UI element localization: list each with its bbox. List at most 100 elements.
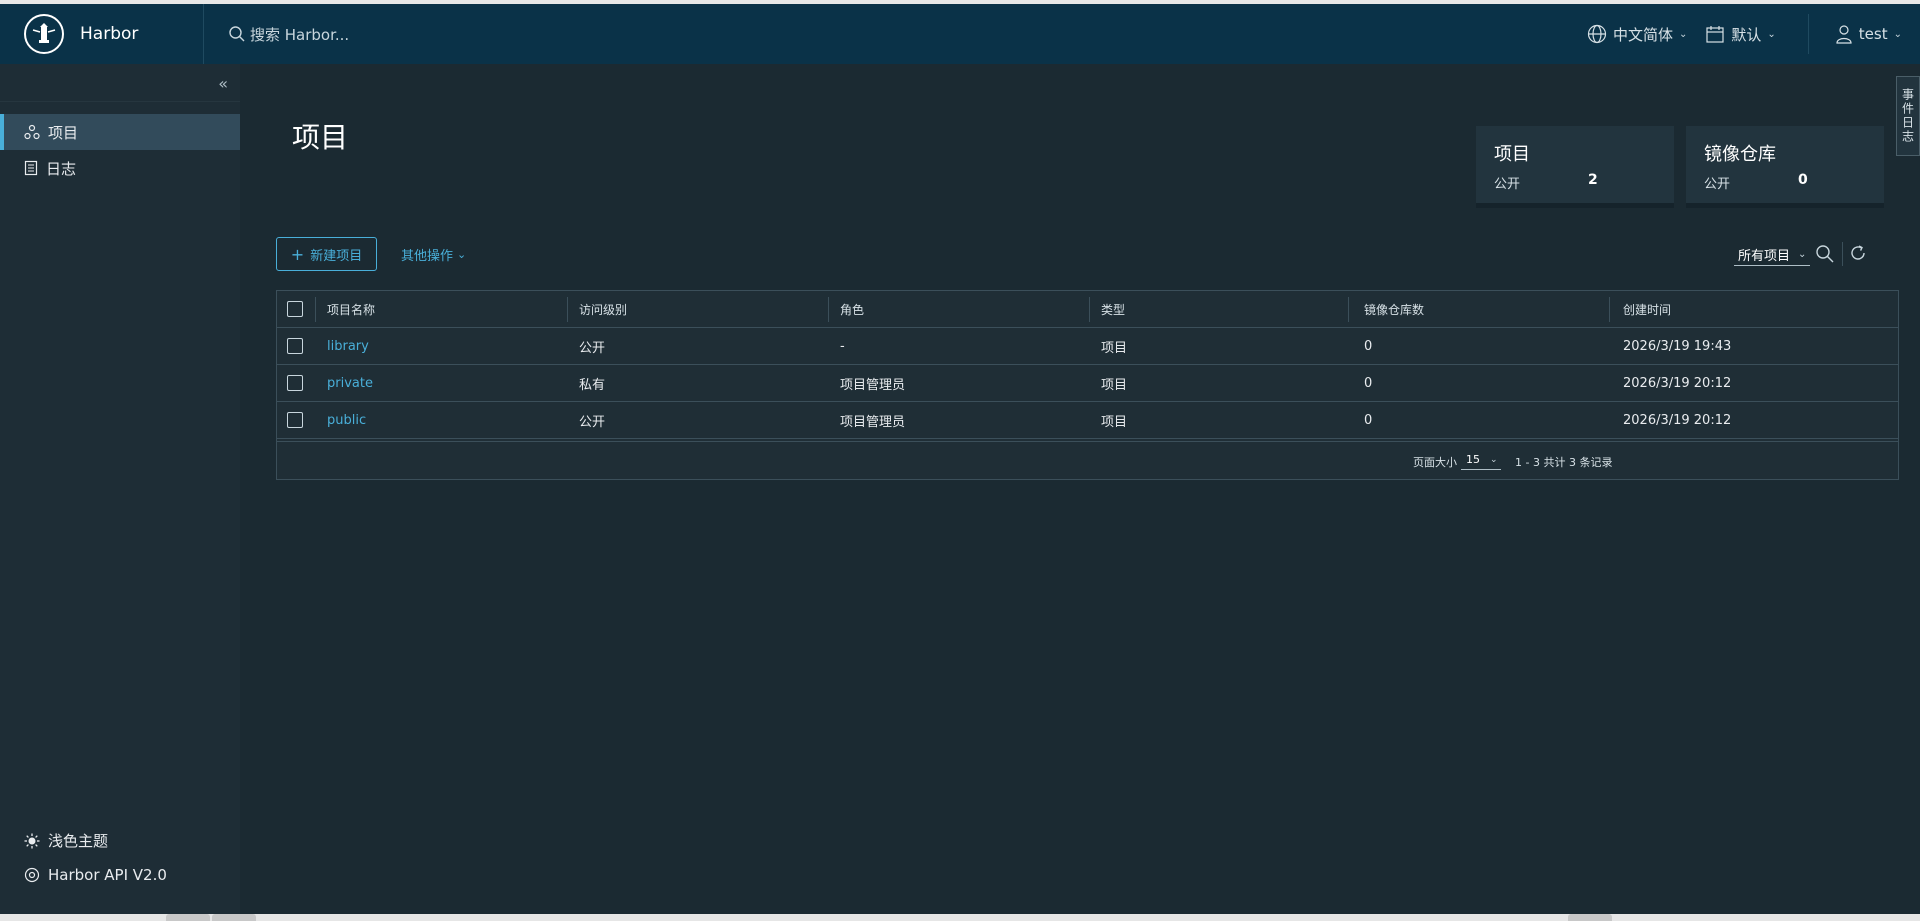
brand-name: Harbor — [80, 24, 139, 44]
repo-count: 0 — [1364, 412, 1373, 428]
project-name-link[interactable]: library — [327, 328, 369, 364]
table-row[interactable]: private 私有 项目管理员 项目 0 2026/3/19 20:12 — [277, 365, 1898, 402]
page-size-select[interactable]: 15 ⌄ — [1461, 450, 1501, 470]
main-content: 项目 项目 公开 2 镜像仓库 公开 0 + 新建项目 其他操作 ⌄ 所有项目 … — [240, 64, 1920, 914]
search-icon[interactable] — [1815, 244, 1835, 264]
row-checkbox[interactable] — [287, 338, 303, 354]
globe-icon — [1587, 24, 1607, 44]
api-label: Harbor API V2.0 — [48, 866, 167, 884]
repositories-summary-card: 镜像仓库 公开 0 — [1686, 126, 1884, 206]
calendar-icon — [1706, 26, 1724, 43]
sidebar-divider — [0, 101, 240, 102]
role: 项目管理员 — [840, 377, 906, 393]
card-title: 项目 — [1494, 144, 1530, 165]
app-header: Harbor 搜索 Harbor... 中文简体 ⌄ 默认 ⌄ test ⌄ — [0, 4, 1920, 64]
row-checkbox[interactable] — [287, 375, 303, 391]
user-menu[interactable]: test ⌄ — [1835, 24, 1902, 44]
select-all-checkbox[interactable] — [287, 301, 303, 317]
project-name-link[interactable]: private — [327, 365, 373, 401]
table-row[interactable]: public 公开 项目管理员 项目 0 2026/3/19 20:12 — [277, 402, 1898, 439]
search-icon — [229, 26, 245, 42]
created-time: 2026/3/19 20:12 — [1623, 375, 1732, 391]
chevron-down-icon: ⌄ — [457, 248, 467, 261]
global-search[interactable]: 搜索 Harbor... — [228, 24, 349, 45]
column-header-created[interactable]: 创建时间 — [1623, 291, 1671, 327]
project-filter-value: 所有项目 — [1738, 249, 1791, 264]
brand[interactable]: Harbor — [0, 4, 204, 64]
column-header-name[interactable]: 项目名称 — [327, 291, 375, 327]
collapse-sidebar-icon[interactable]: « — [218, 74, 228, 93]
type: 项目 — [1101, 414, 1128, 430]
sidebar: « 项目 日志 浅色主题 Harbor API V2.0 — [0, 64, 240, 914]
pagination-info: 1 - 3 共计 3 条记录 — [1515, 456, 1613, 469]
bottom-tab[interactable] — [166, 914, 210, 921]
table-row[interactable]: library 公开 - 项目 0 2026/3/19 19:43 — [277, 328, 1898, 365]
user-name: test — [1858, 25, 1888, 43]
header-actions: 中文简体 ⌄ 默认 ⌄ test ⌄ — [1587, 4, 1920, 64]
column-header-type[interactable]: 类型 — [1101, 291, 1125, 327]
sidebar-item-projects[interactable]: 项目 — [0, 114, 240, 150]
sidebar-item-label: 日志 — [46, 159, 77, 178]
column-header-role[interactable]: 角色 — [840, 291, 864, 327]
projects-icon — [24, 124, 40, 140]
datetime-format-label: 默认 — [1731, 25, 1762, 44]
page-size-value: 15 — [1466, 453, 1480, 466]
chevron-down-icon: ⌄ — [1798, 249, 1807, 260]
new-project-label: 新建项目 — [310, 248, 363, 264]
card-label: 公开 — [1704, 177, 1731, 192]
new-project-button[interactable]: + 新建项目 — [276, 237, 377, 271]
api-link[interactable]: Harbor API V2.0 — [24, 866, 167, 884]
project-name-link[interactable]: public — [327, 402, 366, 438]
chevron-down-icon: ⌄ — [1490, 454, 1498, 465]
column-header-repo-count[interactable]: 镜像仓库数 — [1364, 291, 1424, 327]
chevron-down-icon: ⌄ — [1767, 28, 1776, 40]
page-title: 项目 — [292, 121, 349, 154]
bottom-tab[interactable] — [1568, 914, 1612, 921]
table-footer: 页面大小 15 ⌄ 1 - 3 共计 3 条记录 — [276, 442, 1899, 480]
more-actions-button[interactable]: 其他操作 ⌄ — [401, 245, 466, 264]
chevron-down-icon: ⌄ — [1679, 28, 1688, 40]
sidebar-item-label: 项目 — [48, 123, 79, 142]
toolbar-divider — [1842, 242, 1843, 266]
card-value: 0 — [1798, 172, 1808, 188]
card-title: 镜像仓库 — [1704, 144, 1776, 165]
access-level: 公开 — [579, 414, 606, 430]
card-value: 2 — [1588, 172, 1598, 188]
datetime-format-selector[interactable]: 默认 ⌄ — [1705, 24, 1776, 45]
more-actions-label: 其他操作 — [401, 249, 454, 264]
plus-icon: + — [290, 244, 305, 264]
access-level: 公开 — [579, 340, 606, 356]
search-input[interactable]: 搜索 Harbor... — [250, 24, 349, 45]
repo-count: 0 — [1364, 338, 1373, 354]
column-header-access[interactable]: 访问级别 — [579, 291, 627, 327]
event-log-side-tab[interactable]: 事件日志 — [1896, 76, 1920, 156]
projects-summary-card: 项目 公开 2 — [1476, 126, 1674, 206]
row-checkbox[interactable] — [287, 412, 303, 428]
language-label: 中文简体 — [1612, 25, 1673, 44]
access-level: 私有 — [579, 377, 606, 393]
refresh-icon[interactable] — [1849, 244, 1867, 262]
light-theme-label: 浅色主题 — [48, 832, 109, 850]
language-selector[interactable]: 中文简体 ⌄ — [1587, 24, 1687, 45]
table-header: 项目名称 访问级别 角色 类型 镜像仓库数 创建时间 — [277, 291, 1898, 328]
project-filter-select[interactable]: 所有项目 ⌄ — [1734, 244, 1810, 266]
sidebar-item-logs[interactable]: 日志 — [0, 150, 240, 186]
light-theme-toggle[interactable]: 浅色主题 — [24, 830, 108, 851]
repo-count: 0 — [1364, 375, 1373, 391]
role: - — [840, 338, 845, 354]
page-size-label: 页面大小 — [1413, 456, 1457, 469]
created-time: 2026/3/19 19:43 — [1623, 338, 1732, 354]
user-icon — [1836, 25, 1852, 44]
header-divider — [1807, 14, 1809, 54]
type: 项目 — [1101, 340, 1128, 356]
card-label: 公开 — [1494, 177, 1521, 192]
sun-icon — [24, 833, 40, 848]
logs-icon — [24, 160, 38, 176]
type: 项目 — [1101, 377, 1128, 393]
bottom-tab[interactable] — [212, 914, 256, 921]
chevron-down-icon: ⌄ — [1893, 28, 1902, 40]
role: 项目管理员 — [840, 414, 906, 430]
window-bottom-bar — [0, 914, 1920, 921]
api-icon — [24, 867, 40, 883]
projects-table: 项目名称 访问级别 角色 类型 镜像仓库数 创建时间 library 公开 - … — [276, 290, 1899, 442]
